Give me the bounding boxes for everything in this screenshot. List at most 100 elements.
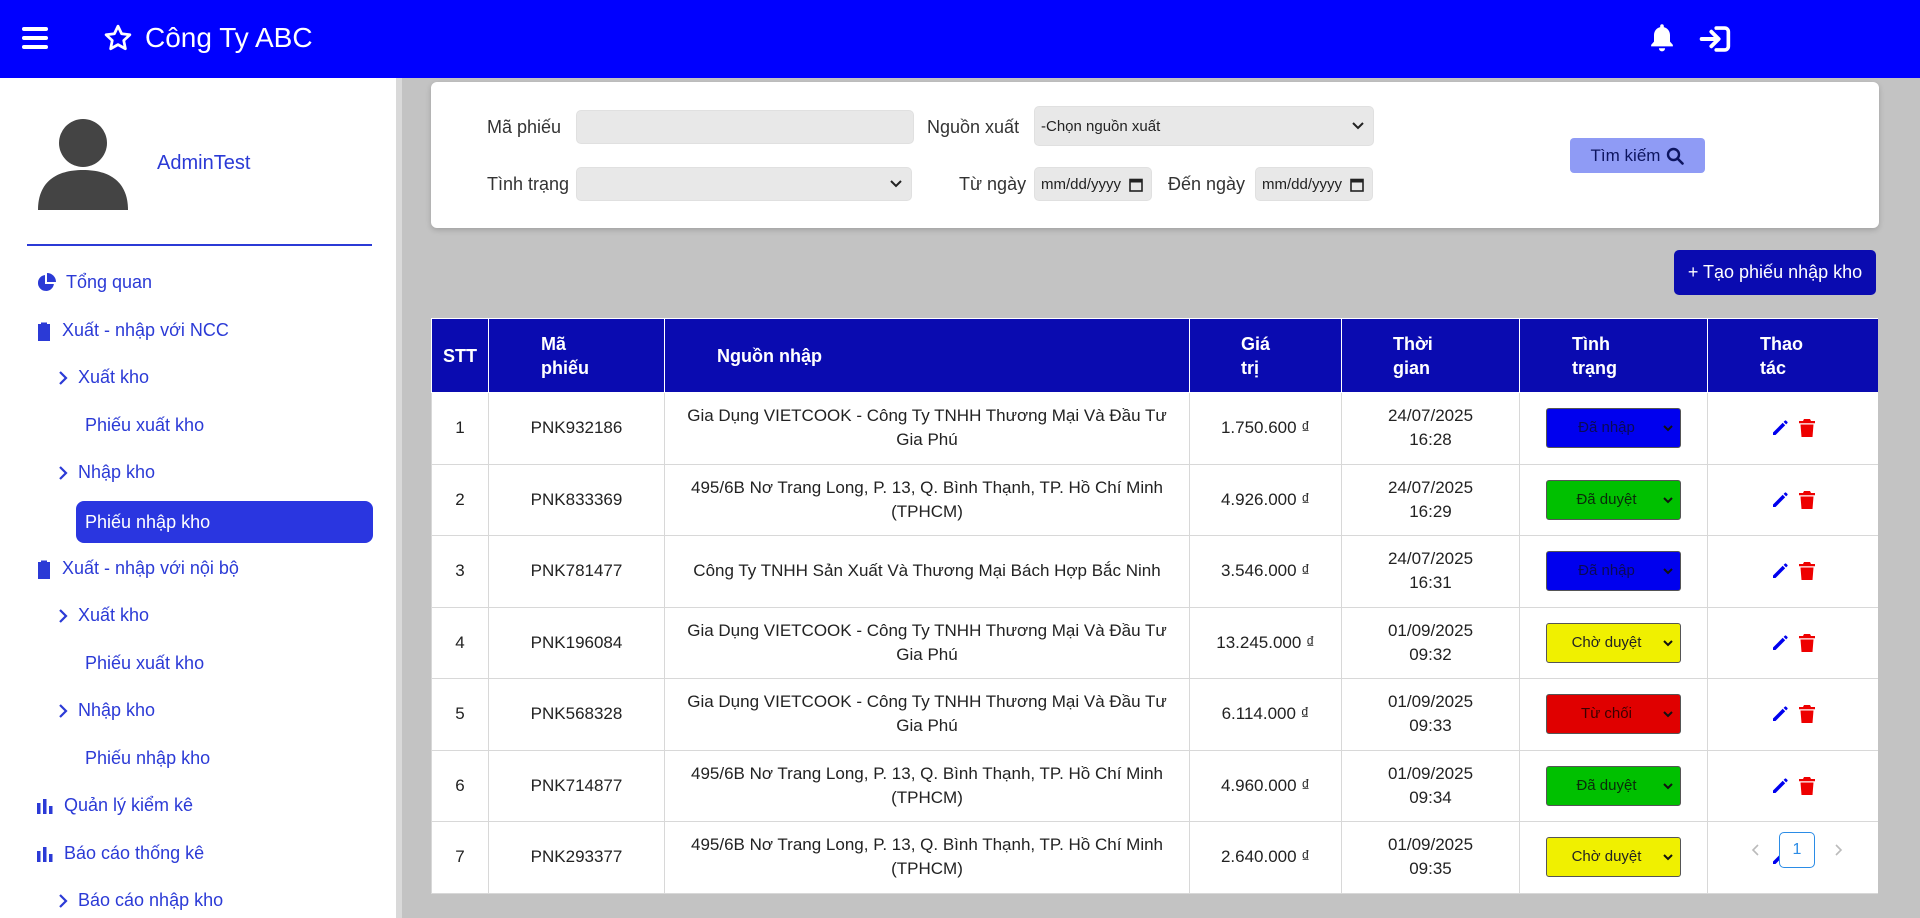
status-label: Đã nhập	[1578, 419, 1635, 437]
sidebar-item-label: Báo cáo thống kê	[64, 843, 205, 863]
ma-phieu-input[interactable]	[576, 110, 914, 144]
den-ngay-value: mm/dd/yyyy	[1262, 175, 1343, 193]
row-status-cell: Đã duyệt	[1519, 463, 1708, 536]
sidebar-item-phieu-xuat-kho-2[interactable]: Phiếu xuất kho	[85, 653, 204, 674]
table-row: 1 PNK932186 Gia Dụng VIETCOOK - Công Ty TN…	[431, 392, 1878, 465]
table-row: 6 PNK714877 495/6B Nơ Trang Long, P. 13, Q…	[431, 749, 1878, 822]
pencil-icon[interactable]	[1770, 633, 1790, 653]
column-header-ma-phieu: Mã phiếu	[488, 318, 665, 393]
sidebar-item-bao-cao-thong-ke[interactable]: Báo cáo thống kê	[36, 843, 204, 864]
sidebar-item-quan-ly-kiem-ke[interactable]: Quản lý kiểm kê	[36, 795, 193, 816]
row-value: 2.640.000 ₫	[1189, 821, 1342, 894]
menu-icon[interactable]	[22, 27, 48, 49]
sidebar-item-label: Xuất - nhập với NCC	[62, 320, 229, 340]
trash-icon[interactable]	[1798, 704, 1816, 724]
row-status-cell: Đã nhập	[1519, 392, 1708, 465]
sidebar-scrollbar[interactable]	[396, 78, 402, 918]
row-value: 13.245.000 ₫	[1189, 606, 1342, 679]
status-select[interactable]: Đã nhập	[1546, 551, 1681, 592]
pencil-icon[interactable]	[1770, 776, 1790, 796]
trash-icon[interactable]	[1798, 776, 1816, 796]
tinh-trang-label: Tình trạng	[487, 174, 570, 194]
nguon-xuat-select[interactable]: -Chọn nguồn xuất	[1034, 106, 1374, 146]
sidebar-item-nhap-kho[interactable]: Nhập kho	[58, 462, 155, 483]
row-code: PNK714877	[488, 749, 665, 822]
pagination-next-button[interactable]	[1824, 832, 1852, 868]
trash-icon[interactable]	[1798, 418, 1816, 438]
status-label: Đã duyệt	[1576, 776, 1637, 794]
sidebar-item-phieu-nhap-kho-active[interactable]: Phiếu nhập kho	[76, 501, 373, 543]
row-datetime: 24/07/2025 16:29	[1341, 463, 1520, 536]
pencil-icon[interactable]	[1770, 418, 1790, 438]
status-select[interactable]: Chờ duyệt	[1546, 837, 1681, 878]
pagination-page-1[interactable]: 1	[1779, 832, 1815, 868]
row-status-cell: Chờ duyệt	[1519, 821, 1708, 894]
sidebar-item-xuat-kho[interactable]: Xuất kho	[58, 367, 149, 388]
sidebar-item-phieu-nhap-kho-2[interactable]: Phiếu nhập kho	[85, 748, 210, 769]
den-ngay-input[interactable]: mm/dd/yyyy	[1255, 167, 1373, 201]
row-date: 01/09/2025	[1387, 692, 1474, 712]
search-button[interactable]: Tìm kiếm	[1570, 138, 1705, 173]
tu-ngay-input[interactable]: mm/dd/yyyy	[1034, 167, 1152, 201]
chevron-down-icon	[1352, 122, 1364, 130]
row-datetime: 24/07/2025 16:28	[1341, 392, 1520, 465]
pagination-prev-button[interactable]	[1742, 832, 1770, 868]
calendar-icon[interactable]	[1129, 177, 1143, 192]
row-value: 6.114.000 ₫	[1189, 678, 1342, 751]
status-label: Đã duyệt	[1576, 490, 1637, 508]
sidebar-item-xuat-kho-2[interactable]: Xuất kho	[58, 605, 149, 626]
username[interactable]: AdminTest	[157, 152, 250, 175]
row-time: 09:34	[1409, 787, 1452, 807]
pencil-icon[interactable]	[1770, 561, 1790, 581]
create-import-slip-button[interactable]: + Tạo phiếu nhập kho	[1674, 250, 1876, 295]
row-date: 01/09/2025	[1387, 620, 1474, 640]
calendar-icon[interactable]	[1350, 177, 1364, 192]
row-status-cell: Đã nhập	[1519, 535, 1708, 608]
chevron-down-icon	[1663, 711, 1673, 718]
column-header-stt: STT	[431, 318, 489, 393]
sidebar-item-xuat-nhap-ncc[interactable]: Xuất - nhập với NCC	[36, 320, 229, 341]
trash-icon[interactable]	[1798, 633, 1816, 653]
row-time: 16:29	[1409, 501, 1452, 521]
status-select[interactable]: Chờ duyệt	[1546, 622, 1681, 663]
bell-icon[interactable]	[1648, 22, 1676, 54]
pencil-icon[interactable]	[1770, 490, 1790, 510]
sidebar-item-xuat-nhap-noi-bo[interactable]: Xuất - nhập với nội bộ	[36, 558, 239, 579]
row-actions	[1707, 749, 1878, 822]
chevron-right-icon	[1835, 844, 1843, 856]
sidebar-divider	[27, 244, 372, 246]
sidebar-item-label: Nhập kho	[78, 700, 156, 720]
sidebar-item-phieu-xuat-kho[interactable]: Phiếu xuất kho	[85, 415, 204, 436]
pencil-icon[interactable]	[1770, 704, 1790, 724]
row-code: PNK293377	[488, 821, 665, 894]
chevron-left-icon	[1751, 844, 1759, 856]
row-datetime: 01/09/2025 09:32	[1341, 606, 1520, 679]
status-select[interactable]: Đã duyệt	[1546, 765, 1681, 806]
table-row: 2 PNK833369 495/6B Nơ Trang Long, P. 13, Q…	[431, 463, 1878, 536]
row-stt: 1	[431, 392, 489, 465]
sidebar-item-label: Phiếu xuất kho	[85, 653, 205, 673]
tu-ngay-label: Từ ngày	[959, 174, 1027, 194]
row-stt: 6	[431, 749, 489, 822]
brand[interactable]: Công Ty ABC	[103, 22, 313, 54]
status-select[interactable]: Từ chối	[1546, 694, 1681, 735]
trash-icon[interactable]	[1798, 561, 1816, 581]
sidebar-item-bao-cao-nhap-kho[interactable]: Báo cáo nhập kho	[58, 890, 223, 911]
clipboard-icon	[38, 322, 50, 341]
tinh-trang-select[interactable]	[576, 167, 912, 201]
table-row: 7 PNK293377 495/6B Nơ Trang Long, P. 13, Q…	[431, 821, 1878, 894]
clipboard-icon	[38, 560, 50, 579]
column-header-nguon-nhap: Nguồn nhập	[664, 318, 1190, 393]
row-stt: 3	[431, 535, 489, 608]
row-time: 16:31	[1409, 573, 1452, 593]
row-date: 01/09/2025	[1387, 763, 1474, 783]
status-select[interactable]: Đã duyệt	[1546, 479, 1681, 520]
status-label: Chờ duyệt	[1571, 633, 1642, 651]
trash-icon[interactable]	[1798, 490, 1816, 510]
login-icon[interactable]	[1698, 24, 1732, 54]
status-select[interactable]: Đã nhập	[1546, 408, 1681, 449]
status-label: Chờ duyệt	[1571, 848, 1642, 866]
sidebar-item-nhap-kho-2[interactable]: Nhập kho	[58, 700, 155, 721]
chevron-down-icon	[1663, 425, 1673, 432]
sidebar-item-tong-quan[interactable]: Tổng quan	[36, 272, 152, 293]
